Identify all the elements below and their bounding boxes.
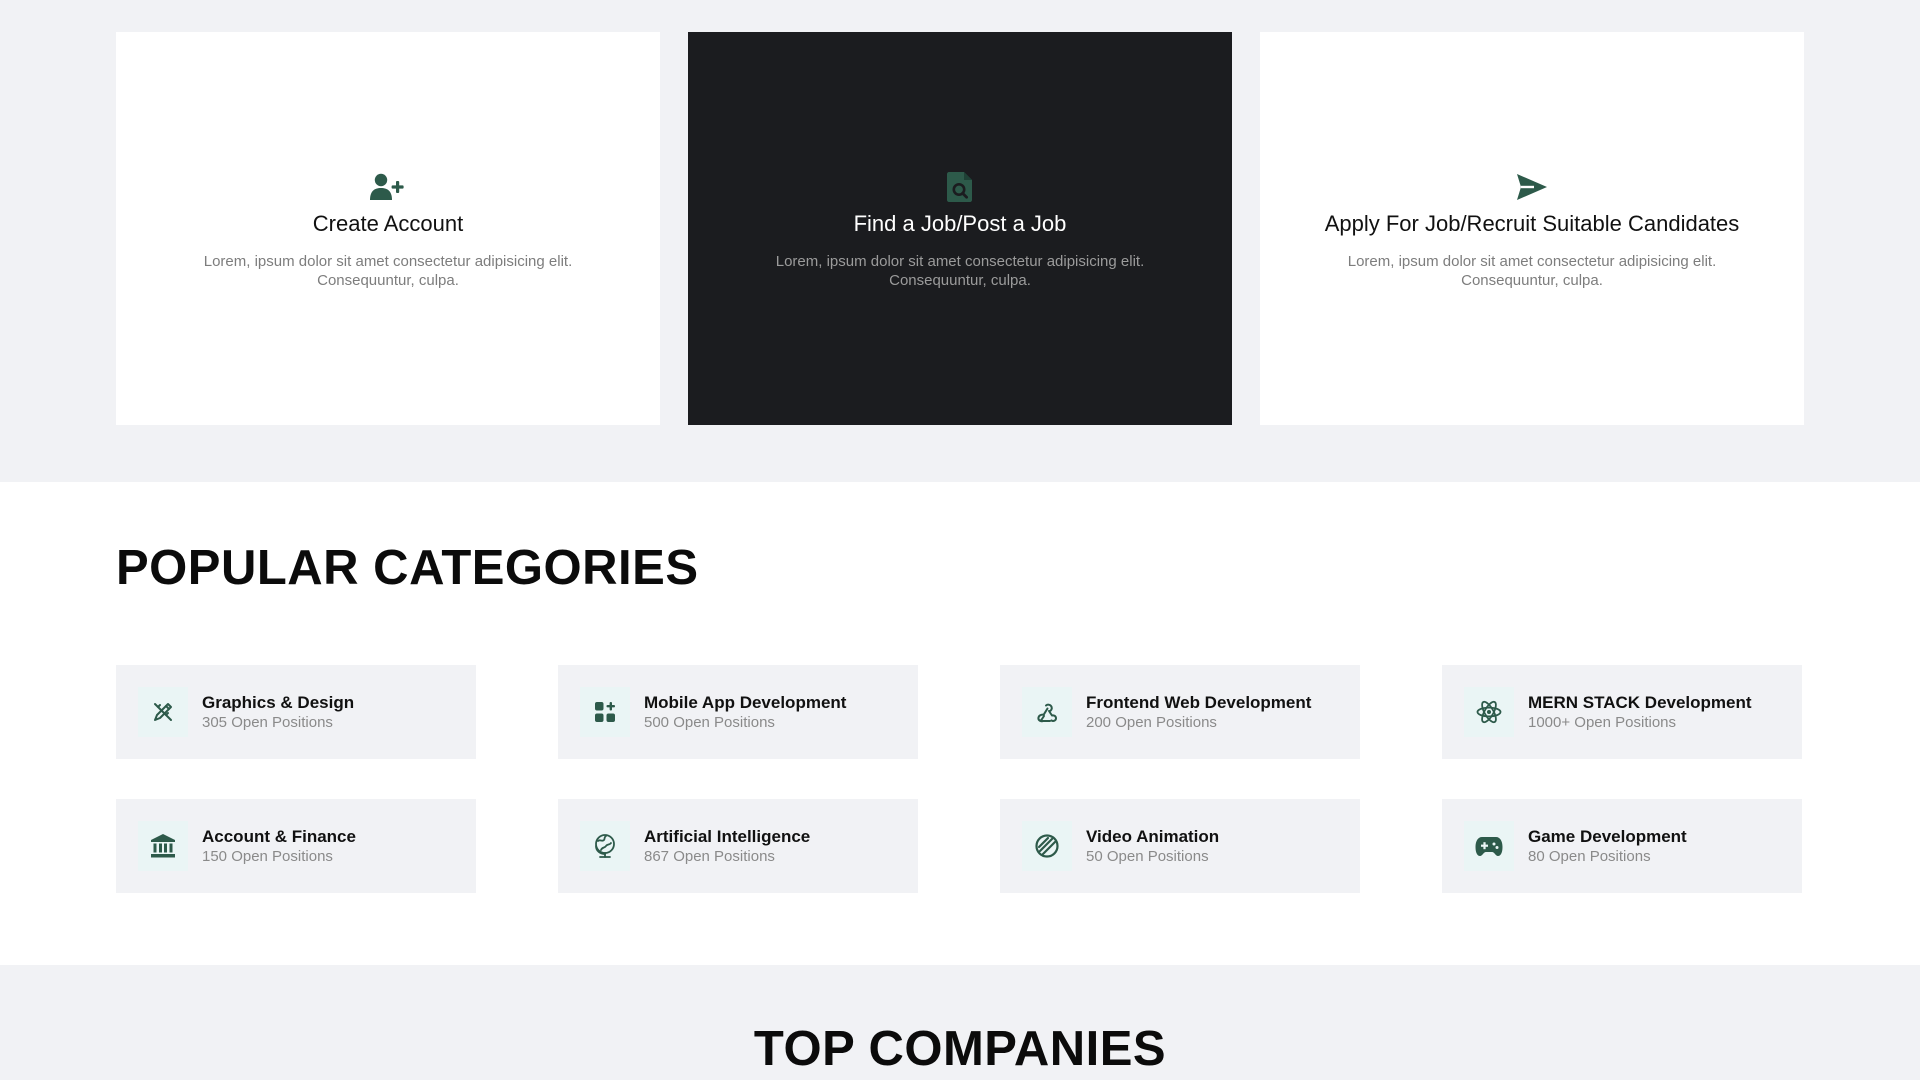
- card-description: Lorem, ipsum dolor sit amet consectetur …: [775, 252, 1145, 289]
- category-count: 150 Open Positions: [202, 848, 333, 865]
- category-graphics-design[interactable]: Graphics & Design 305 Open Positions: [116, 665, 476, 759]
- category-name: Graphics & Design: [202, 693, 355, 712]
- send-icon: [1512, 167, 1552, 207]
- app-grid-add-icon: [580, 687, 630, 737]
- category-count: 200 Open Positions: [1086, 714, 1217, 731]
- category-video-animation[interactable]: Video Animation 50 Open Positions: [1000, 799, 1360, 893]
- category-name: Game Development: [1528, 827, 1687, 846]
- apply-recruit-card: Apply For Job/Recruit Suitable Candidate…: [1260, 32, 1804, 425]
- category-name: Video Animation: [1086, 827, 1220, 846]
- file-search-icon: [940, 167, 980, 207]
- category-count: 500 Open Positions: [644, 714, 775, 731]
- category-account-finance[interactable]: Account & Finance 150 Open Positions: [116, 799, 476, 893]
- webhook-icon: [1022, 687, 1072, 737]
- category-count: 80 Open Positions: [1528, 848, 1651, 865]
- category-count: 1000+ Open Positions: [1528, 714, 1677, 731]
- gamepad-icon: [1464, 821, 1514, 871]
- brain-globe-icon: [580, 821, 630, 871]
- category-frontend-web-development[interactable]: Frontend Web Development 200 Open Positi…: [1000, 665, 1360, 759]
- category-name: MERN STACK Development: [1528, 693, 1752, 712]
- category-name: Mobile App Development: [644, 693, 847, 712]
- category-name: Frontend Web Development: [1086, 693, 1312, 712]
- how-it-works-section: Create Account Lorem, ipsum dolor sit am…: [0, 0, 1920, 482]
- react-atom-icon: [1464, 687, 1514, 737]
- top-companies-heading: TOP COMPANIES: [753, 1022, 1167, 1076]
- category-artificial-intelligence[interactable]: Artificial Intelligence 867 Open Positio…: [558, 799, 918, 893]
- card-description: Lorem, ipsum dolor sit amet consectetur …: [203, 252, 573, 289]
- user-plus-icon: [368, 167, 408, 207]
- categories-grid: Graphics & Design 305 Open Positions Mob…: [116, 665, 1804, 893]
- category-name: Artificial Intelligence: [644, 827, 811, 846]
- how-it-works-cards: Create Account Lorem, ipsum dolor sit am…: [116, 32, 1804, 425]
- top-companies-section: TOP COMPANIES: [0, 965, 1920, 1080]
- category-mern-stack-development[interactable]: MERN STACK Development 1000+ Open Positi…: [1442, 665, 1802, 759]
- category-count: 305 Open Positions: [202, 714, 333, 731]
- card-title: Apply For Job/Recruit Suitable Candidate…: [1324, 211, 1740, 237]
- card-description: Lorem, ipsum dolor sit amet consectetur …: [1347, 252, 1717, 289]
- category-count: 50 Open Positions: [1086, 848, 1209, 865]
- create-account-card: Create Account Lorem, ipsum dolor sit am…: [116, 32, 660, 425]
- category-name: Account & Finance: [202, 827, 356, 846]
- bank-icon: [138, 821, 188, 871]
- card-title: Create Account: [312, 211, 464, 237]
- film-reel-icon: [1022, 821, 1072, 871]
- category-count: 867 Open Positions: [644, 848, 775, 865]
- category-mobile-app-development[interactable]: Mobile App Development 500 Open Position…: [558, 665, 918, 759]
- category-game-development[interactable]: Game Development 80 Open Positions: [1442, 799, 1802, 893]
- pencil-ruler-icon: [138, 687, 188, 737]
- popular-categories-heading: POPULAR CATEGORIES: [116, 541, 699, 595]
- popular-categories-section: POPULAR CATEGORIES Graphics & Design 305…: [0, 482, 1920, 965]
- card-title: Find a Job/Post a Job: [853, 211, 1067, 237]
- find-post-job-card: Find a Job/Post a Job Lorem, ipsum dolor…: [688, 32, 1232, 425]
